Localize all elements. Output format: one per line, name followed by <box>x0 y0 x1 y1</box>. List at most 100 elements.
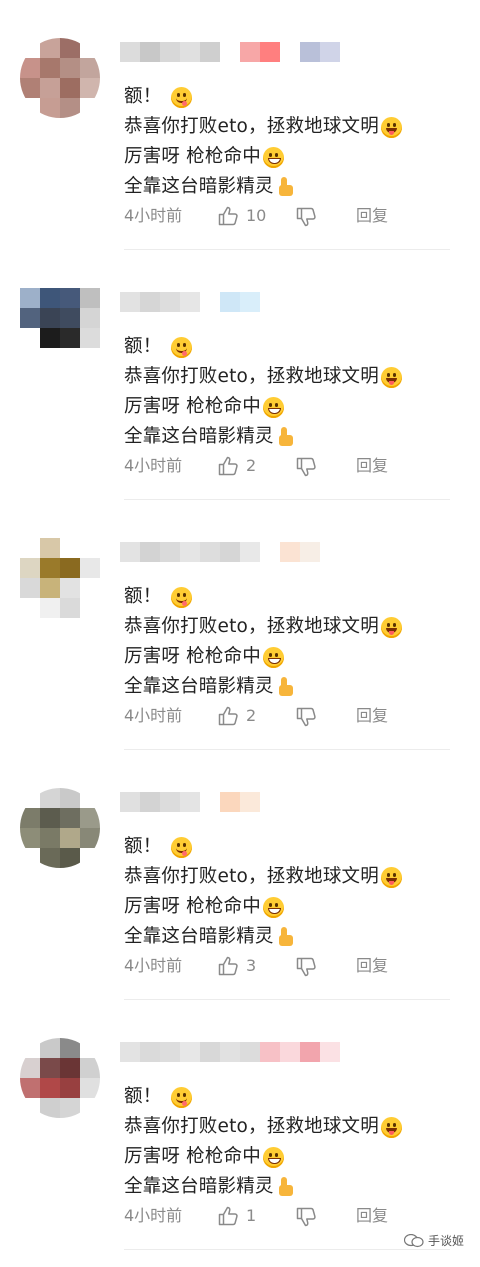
avatar[interactable] <box>20 788 100 868</box>
comment-item: 额！ 恭喜你打败eto，拯救地球文明 厉害呀 枪枪命中 全靠这台暗影精灵 4小时… <box>0 0 480 250</box>
reply-button[interactable]: 回复 <box>356 204 388 228</box>
cheeky-emoji-icon <box>380 116 402 138</box>
yum-emoji-icon <box>171 86 193 108</box>
comment-item: 额！ 恭喜你打败eto，拯救地球文明 厉害呀 枪枪命中 全靠这台暗影精灵 4小时… <box>0 250 480 500</box>
thumb-up-outline-icon <box>218 1206 238 1226</box>
comment-line-3-text: 厉害呀 枪枪命中 <box>124 146 261 167</box>
comment-line-2-text: 恭喜你打败eto，拯救地球文明 <box>124 616 379 637</box>
like-count: 1 <box>246 1206 257 1225</box>
comment-time: 4小时前 <box>124 706 183 725</box>
reply-button[interactable]: 回复 <box>356 1204 388 1228</box>
username-blurred[interactable] <box>120 292 200 312</box>
comment-line-3: 厉害呀 枪枪命中 <box>124 1142 402 1172</box>
comment-text: 额！ 恭喜你打败eto，拯救地球文明 厉害呀 枪枪命中 全靠这台暗影精灵 <box>124 332 402 452</box>
grin-emoji-icon <box>262 1146 284 1168</box>
comment-line-3: 厉害呀 枪枪命中 <box>124 392 402 422</box>
comment-line-3-text: 厉害呀 枪枪命中 <box>124 396 261 417</box>
comment-line-1-text: 额！ <box>124 336 162 357</box>
avatar[interactable] <box>20 288 100 368</box>
thumb-down-outline-icon <box>296 1207 316 1227</box>
comment-text: 额！ 恭喜你打败eto，拯救地球文明 厉害呀 枪枪命中 全靠这台暗影精灵 <box>124 1082 402 1202</box>
comment-time: 4小时前 <box>124 1206 183 1225</box>
divider <box>124 1249 450 1250</box>
user-badge-blurred <box>260 1042 340 1062</box>
comment-line-3: 厉害呀 枪枪命中 <box>124 642 402 672</box>
user-badge-blurred <box>240 42 340 62</box>
like-count: 2 <box>246 706 257 725</box>
username-blurred[interactable] <box>120 1042 260 1062</box>
comment-line-3-text: 厉害呀 枪枪命中 <box>124 896 261 917</box>
dislike-button[interactable] <box>296 1204 318 1227</box>
comment-line-3: 厉害呀 枪枪命中 <box>124 892 402 922</box>
thumbs-up-emoji-icon <box>277 427 295 447</box>
comment-item: 额！ 恭喜你打败eto，拯救地球文明 厉害呀 枪枪命中 全靠这台暗影精灵 4小时… <box>0 500 480 750</box>
comment-line-4-text: 全靠这台暗影精灵 <box>124 926 274 947</box>
cheeky-emoji-icon <box>380 1116 402 1138</box>
comment-line-2: 恭喜你打败eto，拯救地球文明 <box>124 612 402 642</box>
comment-line-4-text: 全靠这台暗影精灵 <box>124 1176 274 1197</box>
comment-line-1: 额！ <box>124 582 402 612</box>
comment-line-4: 全靠这台暗影精灵 <box>124 672 402 702</box>
comment-text: 额！ 恭喜你打败eto，拯救地球文明 厉害呀 枪枪命中 全靠这台暗影精灵 <box>124 582 402 702</box>
comment-line-4: 全靠这台暗影精灵 <box>124 922 402 952</box>
yum-emoji-icon <box>171 586 193 608</box>
comment-list: 额！ 恭喜你打败eto，拯救地球文明 厉害呀 枪枪命中 全靠这台暗影精灵 4小时… <box>0 0 480 1250</box>
username-blurred[interactable] <box>120 792 200 812</box>
comment-line-2-text: 恭喜你打败eto，拯救地球文明 <box>124 866 379 887</box>
comment-actions: 4小时前 2 回复 <box>124 704 464 728</box>
comment-line-2-text: 恭喜你打败eto，拯救地球文明 <box>124 116 379 137</box>
like-count: 10 <box>246 206 267 225</box>
comment-time: 4小时前 <box>124 206 183 225</box>
reply-button[interactable]: 回复 <box>356 954 388 978</box>
dislike-button[interactable] <box>296 954 318 977</box>
comment-item: 额！ 恭喜你打败eto，拯救地球文明 厉害呀 枪枪命中 全靠这台暗影精灵 4小时… <box>0 1000 480 1250</box>
cheeky-emoji-icon <box>380 616 402 638</box>
thumb-down-outline-icon <box>296 957 316 977</box>
watermark-text: 手谈姬 <box>427 1234 464 1248</box>
thumbs-up-emoji-icon <box>277 177 295 197</box>
thumbs-up-emoji-icon <box>277 927 295 947</box>
username-blurred[interactable] <box>120 42 220 62</box>
comment-actions: 4小时前 1 回复 <box>124 1204 464 1228</box>
yum-emoji-icon <box>171 1086 193 1108</box>
comment-line-2-text: 恭喜你打败eto，拯救地球文明 <box>124 366 379 387</box>
like-button[interactable]: 1 <box>218 1204 256 1228</box>
username-blurred[interactable] <box>120 542 260 562</box>
grin-emoji-icon <box>262 896 284 918</box>
comment-line-1: 额！ <box>124 82 402 112</box>
comment-line-1-text: 额！ <box>124 86 162 107</box>
avatar[interactable] <box>20 38 100 118</box>
comment-line-1: 额！ <box>124 832 402 862</box>
comment-line-4-text: 全靠这台暗影精灵 <box>124 676 274 697</box>
comment-line-2-text: 恭喜你打败eto，拯救地球文明 <box>124 1116 379 1137</box>
like-button[interactable]: 2 <box>218 704 256 728</box>
comment-actions: 4小时前 2 回复 <box>124 454 464 478</box>
thumb-up-outline-icon <box>218 206 238 226</box>
user-badge-blurred <box>280 542 320 562</box>
avatar[interactable] <box>20 538 100 618</box>
comment-line-1: 额！ <box>124 332 402 362</box>
dislike-button[interactable] <box>296 704 318 727</box>
like-button[interactable]: 2 <box>218 454 256 478</box>
avatar[interactable] <box>20 1038 100 1118</box>
like-button[interactable]: 10 <box>218 204 266 228</box>
like-button[interactable]: 3 <box>218 954 256 978</box>
comment-actions: 4小时前 3 回复 <box>124 954 464 978</box>
comment-line-4: 全靠这台暗影精灵 <box>124 422 402 452</box>
comment-actions: 4小时前 10 回复 <box>124 204 464 228</box>
comment-line-2: 恭喜你打败eto，拯救地球文明 <box>124 862 402 892</box>
dislike-button[interactable] <box>296 204 318 227</box>
comment-item: 额！ 恭喜你打败eto，拯救地球文明 厉害呀 枪枪命中 全靠这台暗影精灵 4小时… <box>0 750 480 1000</box>
comment-line-1-text: 额！ <box>124 586 162 607</box>
reply-button[interactable]: 回复 <box>356 704 388 728</box>
cheeky-emoji-icon <box>380 366 402 388</box>
grin-emoji-icon <box>262 396 284 418</box>
dislike-button[interactable] <box>296 454 318 477</box>
yum-emoji-icon <box>171 836 193 858</box>
like-count: 3 <box>246 956 257 975</box>
comment-line-3: 厉害呀 枪枪命中 <box>124 142 402 172</box>
user-badge-blurred <box>220 292 260 312</box>
reply-button[interactable]: 回复 <box>356 454 388 478</box>
comment-line-4: 全靠这台暗影精灵 <box>124 172 402 202</box>
thumb-down-outline-icon <box>296 457 316 477</box>
